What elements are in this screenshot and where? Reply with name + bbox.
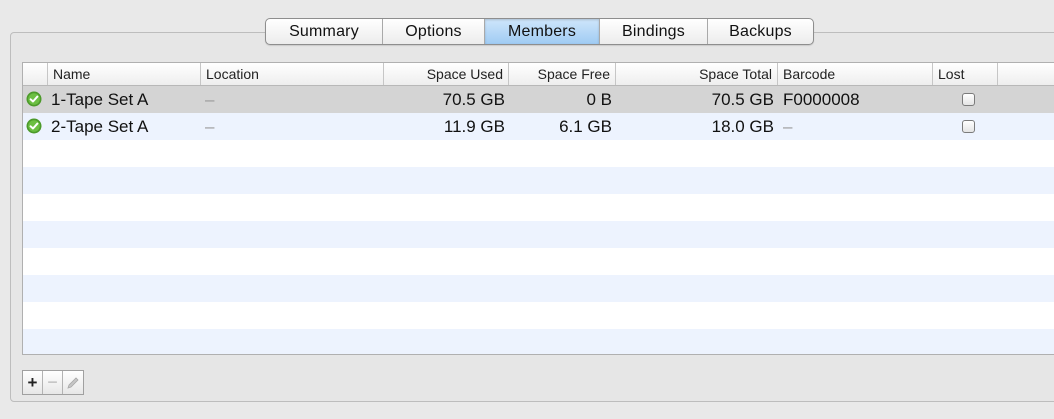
header-space-free[interactable]: Space Free xyxy=(509,63,616,85)
table-row[interactable]: 2-Tape Set A – 11.9 GB 6.1 GB 18.0 GB – xyxy=(23,113,1054,140)
empty-row xyxy=(23,194,1054,221)
members-table: Name Location Space Used Space Free Spac… xyxy=(22,62,1054,355)
empty-row xyxy=(23,221,1054,248)
member-space-total: 18.0 GB xyxy=(711,117,774,136)
check-circle-icon xyxy=(26,118,42,134)
header-status-column[interactable] xyxy=(23,63,48,85)
member-name: 2-Tape Set A xyxy=(51,117,149,136)
member-location: – xyxy=(205,90,215,109)
empty-row xyxy=(23,302,1054,329)
member-space-used: 11.9 GB xyxy=(443,117,505,136)
empty-row xyxy=(23,140,1054,167)
tab-summary[interactable]: Summary xyxy=(266,19,382,44)
edit-member-button[interactable] xyxy=(63,371,83,394)
plus-icon: + xyxy=(27,372,38,392)
lost-checkbox[interactable] xyxy=(962,120,975,133)
tab-bindings[interactable]: Bindings xyxy=(599,19,707,44)
member-name: 1-Tape Set A xyxy=(51,90,149,109)
member-space-used: 70.5 GB xyxy=(442,90,505,109)
tab-members[interactable]: Members xyxy=(484,19,599,44)
empty-row xyxy=(23,167,1054,194)
header-barcode[interactable]: Barcode xyxy=(778,63,933,85)
pencil-icon xyxy=(67,376,79,389)
empty-row xyxy=(23,329,1054,354)
member-space-total: 70.5 GB xyxy=(711,90,774,109)
header-space-total[interactable]: Space Total xyxy=(616,63,778,85)
header-lost[interactable]: Lost xyxy=(933,63,998,85)
member-location: – xyxy=(205,117,215,136)
add-member-button[interactable]: + xyxy=(23,371,43,394)
lost-checkbox[interactable] xyxy=(962,93,975,106)
member-space-free: 0 B xyxy=(586,90,612,109)
remove-member-button[interactable]: − xyxy=(43,371,63,394)
member-barcode: – xyxy=(783,117,793,136)
check-circle-icon xyxy=(26,91,42,107)
header-spacer xyxy=(998,63,1054,85)
tab-options[interactable]: Options xyxy=(382,19,484,44)
header-name[interactable]: Name xyxy=(48,63,201,85)
minus-icon: − xyxy=(47,372,58,392)
tab-bar: Summary Options Members Bindings Backups xyxy=(265,18,814,45)
table-body: 1-Tape Set A – 70.5 GB 0 B 70.5 GB F0000… xyxy=(23,86,1054,354)
table-header: Name Location Space Used Space Free Spac… xyxy=(23,63,1054,86)
tab-backups[interactable]: Backups xyxy=(707,19,813,44)
member-barcode: F0000008 xyxy=(783,90,860,109)
empty-row xyxy=(23,248,1054,275)
member-actions: + − xyxy=(22,370,84,395)
header-space-used[interactable]: Space Used xyxy=(384,63,509,85)
member-space-free: 6.1 GB xyxy=(559,117,612,136)
empty-row xyxy=(23,275,1054,302)
table-row[interactable]: 1-Tape Set A – 70.5 GB 0 B 70.5 GB F0000… xyxy=(23,86,1054,113)
header-location[interactable]: Location xyxy=(201,63,384,85)
